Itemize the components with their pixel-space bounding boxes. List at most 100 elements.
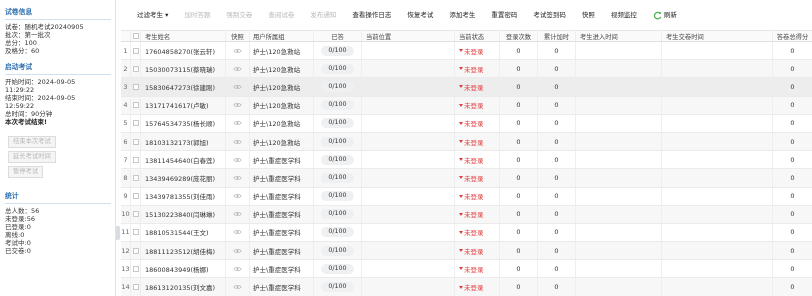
header-extra-time[interactable]: 累计加时: [538, 31, 576, 41]
view-paper-button[interactable]: 查阅试卷: [260, 0, 302, 31]
snapshot-cell[interactable]: [226, 169, 250, 187]
row-select[interactable]: [131, 42, 141, 60]
row-select[interactable]: [131, 260, 141, 278]
add-student-button[interactable]: 添加考生: [441, 0, 483, 31]
row-checkbox[interactable]: [132, 193, 139, 200]
table-row[interactable]: 8 13439469289(庞花丽) 护士\重症医学科 0/100 未登录 0 0 0: [121, 169, 812, 188]
row-checkbox[interactable]: [132, 65, 139, 72]
snapshot-cell[interactable]: [226, 114, 250, 132]
row-select[interactable]: [131, 223, 141, 242]
row-select[interactable]: [131, 205, 141, 223]
snapshot-cell[interactable]: [226, 78, 250, 96]
table-row[interactable]: 4 13171741617(卢敏) 护士\120急救站 0/100 未登录 0 0 0: [121, 96, 812, 115]
panel-collapse-handle[interactable]: [116, 226, 120, 240]
eye-icon[interactable]: [233, 284, 242, 290]
pause-exam-button[interactable]: 暂停考试: [8, 166, 44, 178]
table-row[interactable]: 13 18600843949(杨娜) 护士\重症医学科 0/100 未登录 0 0 0: [121, 260, 812, 279]
snapshot-cell[interactable]: [226, 132, 250, 151]
snapshot-cell[interactable]: [226, 278, 250, 296]
table-row[interactable]: 9 13439781355(刘佳雨) 护士\重症医学科 0/100 未登录 0 0 0: [121, 187, 812, 206]
snapshot-cell[interactable]: [226, 151, 250, 169]
row-checkbox[interactable]: [132, 284, 139, 291]
header-position[interactable]: 当前位置: [362, 31, 455, 41]
table-row[interactable]: 14 18613120135(刘文嘉) 护士\重症医学科 0/100 未登录 0 0 0: [121, 278, 812, 296]
eye-icon[interactable]: [233, 248, 242, 254]
extend-time-button[interactable]: 延长考试时间: [8, 151, 56, 163]
row-checkbox[interactable]: [132, 120, 139, 127]
table-row[interactable]: 6 18103132173(郭旭) 护士\120急救站 0/100 未登录 0 0 0: [121, 132, 812, 152]
eye-icon[interactable]: [233, 211, 242, 217]
eye-icon[interactable]: [233, 66, 242, 72]
publish-notice-button[interactable]: 发布通知: [302, 0, 344, 31]
row-checkbox[interactable]: [132, 83, 139, 90]
header-answered[interactable]: 已答: [314, 31, 362, 41]
snapshot-cell[interactable]: [226, 187, 250, 205]
row-checkbox[interactable]: [132, 211, 139, 218]
table-row[interactable]: 2 15030073115(蔡晓瑞) 护士\120急救站 0/100 未登录 0 0 0: [121, 60, 812, 79]
checkin-code-button[interactable]: 考试签到码: [525, 0, 574, 31]
table-row[interactable]: 12 18811123512(胡佳梅) 护士\重症医学科 0/100 未登录 0 0 0: [121, 242, 812, 261]
row-checkbox[interactable]: [132, 102, 139, 109]
eye-icon[interactable]: [233, 157, 242, 163]
snapshot-cell[interactable]: [226, 242, 250, 260]
row-select[interactable]: [131, 278, 141, 296]
eye-icon[interactable]: [233, 48, 242, 54]
header-status[interactable]: 当前状态: [455, 31, 500, 41]
row-checkbox[interactable]: [132, 174, 139, 181]
refresh-button[interactable]: 刷新: [645, 0, 685, 31]
row-checkbox[interactable]: [132, 247, 139, 254]
table-row[interactable]: 7 13811454640(白春莲) 护士\重症医学科 0/100 未登录 0 0 0: [121, 151, 812, 170]
row-select[interactable]: [131, 187, 141, 205]
eye-icon[interactable]: [233, 84, 242, 90]
table-row[interactable]: 1 17604858270(张云轩) 护士\120急救站 0/100 未登录 0 0 0: [121, 42, 812, 61]
header-name[interactable]: 考生姓名: [141, 31, 226, 41]
row-select[interactable]: [131, 151, 141, 169]
row-checkbox[interactable]: [132, 47, 139, 54]
eye-icon[interactable]: [233, 266, 242, 272]
force-submit-button[interactable]: 强制交卷: [218, 0, 260, 31]
row-select[interactable]: [131, 242, 141, 260]
snapshot-button[interactable]: 快照: [574, 0, 603, 31]
table-row[interactable]: 5 15764534735(杨长顺) 护士\120急救站 0/100 未登录 0 0 0: [121, 114, 812, 133]
eye-icon[interactable]: [233, 102, 242, 108]
table-row[interactable]: 10 15130223840(闫琳琳) 护士\重症医学科 0/100 未登录 0 0 0: [121, 205, 812, 224]
view-log-button[interactable]: 查看操作日志: [344, 0, 399, 31]
header-enter-time[interactable]: 考生进入时间: [576, 31, 662, 41]
eye-icon[interactable]: [233, 120, 242, 126]
snapshot-cell[interactable]: [226, 60, 250, 78]
snapshot-cell[interactable]: [226, 205, 250, 223]
row-select[interactable]: [131, 96, 141, 114]
snapshot-cell[interactable]: [226, 260, 250, 278]
snapshot-cell[interactable]: [226, 96, 250, 114]
snapshot-cell[interactable]: [226, 223, 250, 242]
snapshot-cell[interactable]: [226, 42, 250, 60]
eye-icon[interactable]: [233, 229, 242, 235]
table-row[interactable]: 3 15830647273(徐建刚) 护士\120急救站 0/100 未登录 0 0 0: [121, 78, 812, 97]
end-exam-button[interactable]: 结束本次考试: [8, 136, 56, 148]
row-select[interactable]: [131, 132, 141, 151]
eye-icon[interactable]: [233, 139, 242, 145]
resume-exam-button[interactable]: 恢复考试: [399, 0, 441, 31]
row-checkbox[interactable]: [132, 138, 139, 145]
filter-students-dropdown[interactable]: 过滤考生 ▾: [129, 0, 176, 31]
row-checkbox[interactable]: [132, 229, 139, 236]
row-select[interactable]: [131, 114, 141, 132]
row-select[interactable]: [131, 169, 141, 187]
header-login-count[interactable]: 登录次数: [500, 31, 538, 41]
header-snapshot[interactable]: 快照: [226, 31, 250, 41]
row-checkbox[interactable]: [132, 156, 139, 163]
eye-icon[interactable]: [233, 193, 242, 199]
header-group[interactable]: 用户所属组: [250, 31, 314, 41]
header-score[interactable]: 答卷总得分: [773, 31, 812, 41]
select-all-checkbox[interactable]: [132, 33, 139, 39]
video-monitor-button[interactable]: 视频监控: [603, 0, 645, 31]
add-time-button[interactable]: 加时答题: [176, 0, 218, 31]
header-submit-time[interactable]: 考生交卷时间: [662, 31, 773, 41]
reset-password-button[interactable]: 重置密码: [483, 0, 525, 31]
header-select-all[interactable]: [131, 31, 141, 41]
row-select[interactable]: [131, 78, 141, 96]
row-checkbox[interactable]: [132, 265, 139, 272]
eye-icon[interactable]: [233, 175, 242, 181]
row-select[interactable]: [131, 60, 141, 78]
table-row[interactable]: 11 18810531544(王文) 护士\重症医学科 0/100 未登录 0 0 0: [121, 223, 812, 243]
